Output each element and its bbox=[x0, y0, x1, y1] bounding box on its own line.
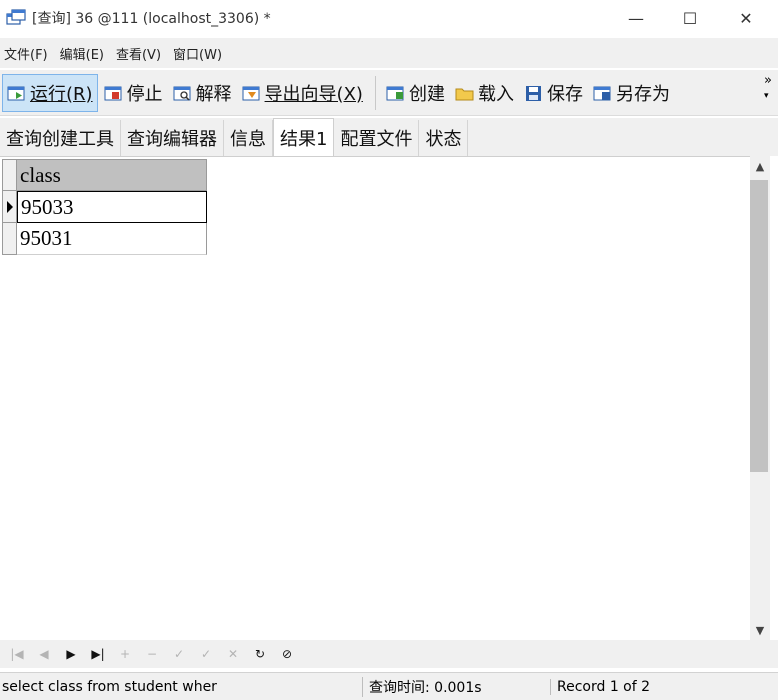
toolbar: 运行(R) 停止 解释 导出向导(X) 创建 载入 保存 另存为 » ▾ bbox=[0, 70, 778, 116]
table-cell[interactable]: 95031 bbox=[17, 223, 207, 255]
menu-view[interactable]: 查看(V) bbox=[116, 44, 161, 63]
run-button[interactable]: 运行(R) bbox=[2, 73, 98, 112]
export-wizard-button[interactable]: 导出向导(X) bbox=[238, 74, 367, 112]
tab-query-editor[interactable]: 查询编辑器 bbox=[121, 120, 224, 156]
save-as-label: 另存为 bbox=[615, 83, 670, 105]
stop-label: 停止 bbox=[126, 83, 163, 105]
dropdown-arrow-icon: ▾ bbox=[764, 91, 769, 101]
tab-result-1[interactable]: 结果1 bbox=[273, 118, 335, 156]
prior-record-button[interactable]: ◀ bbox=[33, 643, 55, 665]
maximize-button[interactable]: ☐ bbox=[662, 0, 718, 36]
row-indicator[interactable] bbox=[2, 223, 17, 255]
table-row[interactable]: 95031 bbox=[2, 223, 207, 255]
refresh-button[interactable]: ↻ bbox=[249, 643, 271, 665]
status-bar: select class from student wher 查询时间: 0.0… bbox=[0, 672, 778, 700]
table-cell[interactable]: 95033 bbox=[17, 191, 207, 223]
result-grid: class 95033 95031 bbox=[2, 159, 207, 255]
window-title: [查询] 36 @111 (localhost_3306) * bbox=[32, 11, 271, 27]
grid-header-row: class bbox=[2, 159, 207, 191]
minimize-button[interactable]: — bbox=[608, 0, 664, 36]
table-row[interactable]: 95033 bbox=[2, 191, 207, 223]
save-button[interactable]: 保存 bbox=[520, 74, 587, 112]
scroll-down-icon[interactable]: ▼ bbox=[750, 620, 770, 640]
save-as-button[interactable]: 另存为 bbox=[589, 74, 674, 112]
current-row-pointer-icon bbox=[7, 201, 13, 213]
run-icon bbox=[7, 84, 27, 102]
explain-label: 解释 bbox=[195, 83, 232, 105]
last-record-button[interactable]: ▶| bbox=[87, 643, 109, 665]
menu-bar: 文件(F) 编辑(E) 查看(V) 窗口(W) bbox=[0, 38, 778, 68]
export-icon bbox=[242, 84, 262, 102]
create-button[interactable]: 创建 bbox=[382, 74, 449, 112]
status-sql-text: select class from student wher bbox=[2, 678, 217, 695]
column-header-class[interactable]: class bbox=[17, 159, 207, 191]
vertical-scrollbar[interactable]: ▲ ▼ bbox=[750, 156, 770, 640]
tab-profile[interactable]: 配置文件 bbox=[334, 120, 420, 156]
insert-record-button[interactable]: + bbox=[114, 643, 136, 665]
close-button[interactable]: ✕ bbox=[718, 0, 774, 36]
row-indicator-header bbox=[2, 159, 17, 191]
load-button[interactable]: 载入 bbox=[451, 74, 518, 112]
scrollbar-thumb[interactable] bbox=[750, 180, 768, 472]
create-label: 创建 bbox=[408, 83, 445, 105]
record-navigator: |◀ ◀ ▶ ▶| + − ✓ ✓ ✕ ↻ ⊘ bbox=[0, 640, 778, 668]
save-label: 保存 bbox=[546, 83, 583, 105]
tab-status[interactable]: 状态 bbox=[419, 120, 469, 156]
toolbar-overflow-button[interactable]: » ▾ bbox=[764, 74, 772, 103]
save-as-icon bbox=[593, 84, 613, 102]
menu-window[interactable]: 窗口(W) bbox=[173, 44, 222, 63]
next-record-button[interactable]: ▶ bbox=[60, 643, 82, 665]
first-record-button[interactable]: |◀ bbox=[6, 643, 28, 665]
tab-bar: 查询创建工具 查询编辑器 信息 结果1 配置文件 状态 bbox=[0, 118, 778, 156]
delete-record-button[interactable]: − bbox=[141, 643, 163, 665]
scroll-up-icon[interactable]: ▲ bbox=[750, 156, 770, 176]
stop-icon bbox=[104, 84, 124, 102]
row-indicator[interactable] bbox=[2, 191, 17, 223]
edit-record-button[interactable]: ✓ bbox=[168, 643, 190, 665]
folder-icon bbox=[455, 84, 475, 102]
load-label: 载入 bbox=[477, 83, 514, 105]
chevron-right-icon: » bbox=[764, 73, 772, 88]
status-query-time: 查询时间: 0.001s bbox=[362, 676, 550, 697]
explain-button[interactable]: 解释 bbox=[169, 74, 236, 112]
create-icon bbox=[386, 84, 406, 102]
tab-info[interactable]: 信息 bbox=[224, 120, 273, 156]
cancel-edit-button[interactable]: ✕ bbox=[222, 643, 244, 665]
query-window-icon bbox=[6, 9, 26, 27]
menu-edit[interactable]: 编辑(E) bbox=[60, 44, 104, 63]
menu-file[interactable]: 文件(F) bbox=[4, 44, 48, 63]
floppy-disk-icon bbox=[524, 84, 544, 102]
post-edit-button[interactable]: ✓ bbox=[195, 643, 217, 665]
export-label: 导出向导(X) bbox=[264, 83, 363, 105]
run-label: 运行(R) bbox=[30, 83, 93, 105]
result-grid-area: class 95033 95031 bbox=[0, 156, 750, 640]
status-record-position: Record 1 of 2 bbox=[550, 678, 776, 695]
tab-query-builder[interactable]: 查询创建工具 bbox=[0, 120, 121, 156]
toolbar-separator bbox=[374, 75, 376, 110]
stop-fetch-button[interactable]: ⊘ bbox=[276, 643, 298, 665]
explain-icon bbox=[173, 84, 193, 102]
stop-button[interactable]: 停止 bbox=[100, 74, 167, 112]
